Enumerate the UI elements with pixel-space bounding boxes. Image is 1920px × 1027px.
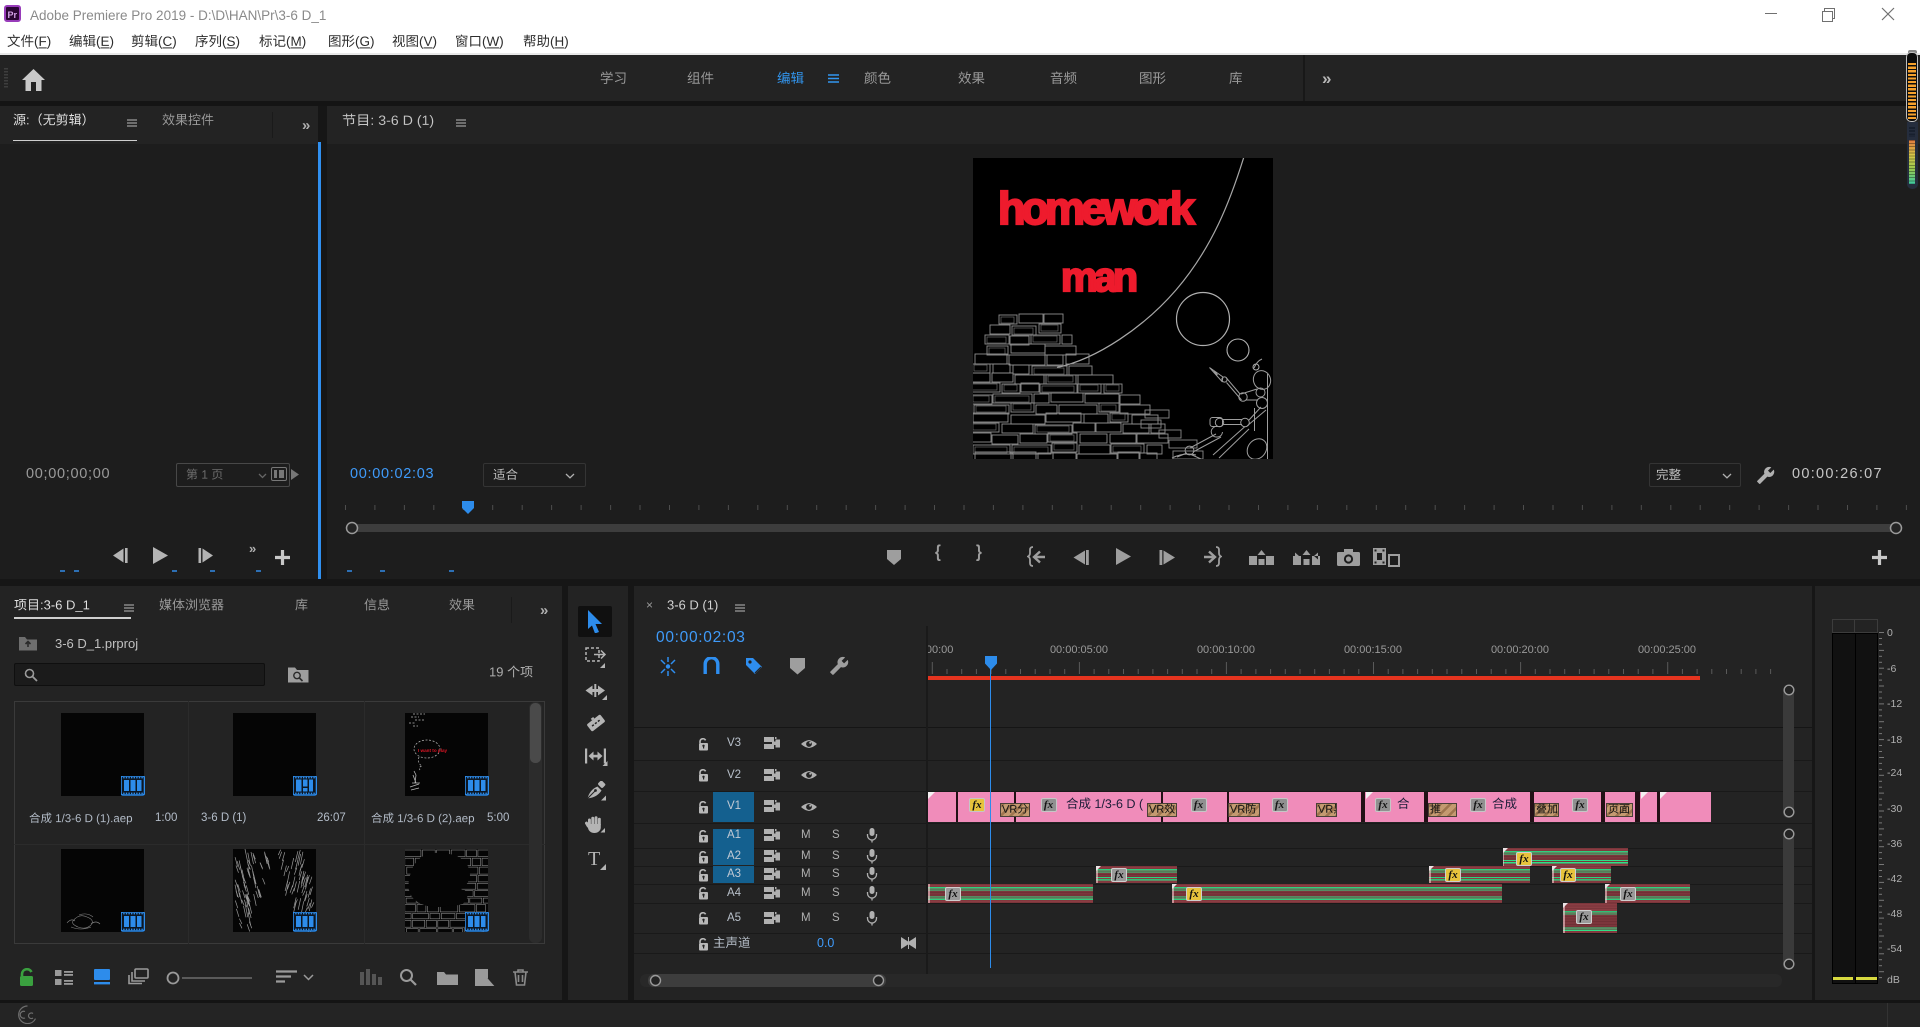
svg-text:man: man bbox=[1061, 254, 1138, 300]
svg-text:I want to play: I want to play bbox=[418, 748, 448, 753]
svg-text:T: T bbox=[588, 848, 600, 870]
svg-text:homework: homework bbox=[998, 183, 1196, 234]
